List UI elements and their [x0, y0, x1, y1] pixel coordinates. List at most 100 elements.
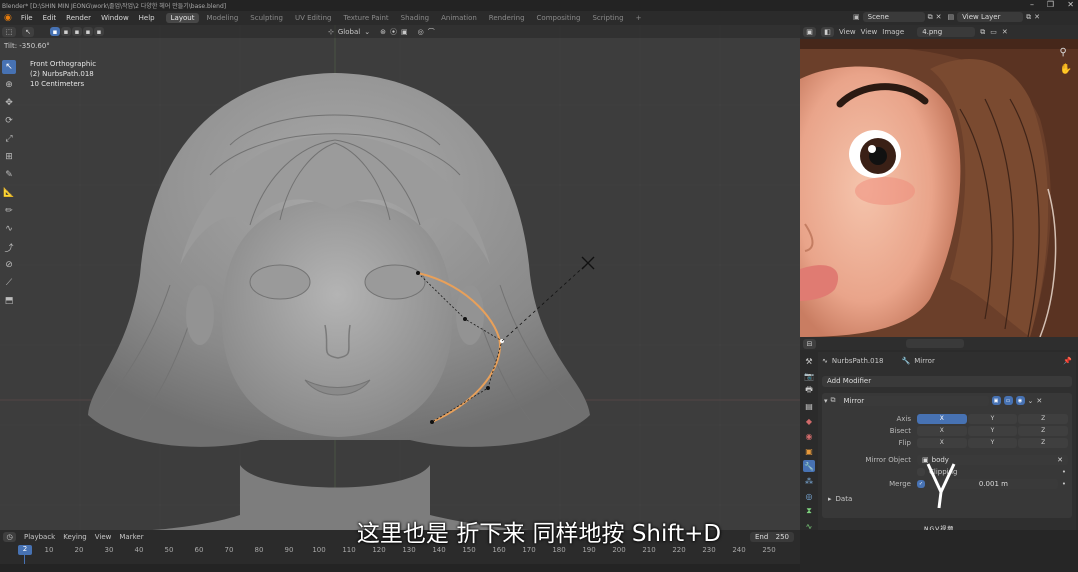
control-point[interactable]: [463, 317, 467, 321]
breadcrumb-object: NurbsPath.018: [831, 357, 884, 365]
modifier-wrench-icon: 🔧: [901, 357, 911, 365]
blender-logo-icon[interactable]: ◉: [0, 13, 16, 23]
control-point[interactable]: [416, 271, 420, 275]
add-modifier-dropdown[interactable]: Add Modifier: [822, 376, 1072, 387]
scene-selector[interactable]: Scene: [862, 12, 925, 22]
bisect-x-toggle[interactable]: X: [917, 425, 967, 436]
tab-rendering[interactable]: Rendering: [484, 13, 530, 23]
window-title: Blender* [D:\SHIN MIN JEONG\work\졸업\작업\2…: [2, 3, 227, 10]
data-subpanel-label: Data: [835, 494, 853, 503]
view-layer-tab-icon[interactable]: ▤: [803, 400, 815, 412]
pin-icon[interactable]: 📌: [1063, 357, 1072, 365]
axis-x-toggle[interactable]: X: [917, 413, 967, 424]
view-layer-selector[interactable]: View Layer: [957, 12, 1024, 22]
minimize-icon[interactable]: –: [1030, 0, 1034, 9]
scene-copy-icon[interactable]: ⧉: [928, 13, 933, 22]
expand-chevron-icon[interactable]: ▸: [828, 495, 832, 503]
clipping-dot-icon: •: [1061, 467, 1066, 476]
image-menu[interactable]: Image: [882, 28, 904, 36]
image-copy-icon[interactable]: ⧉: [980, 28, 985, 37]
close-icon[interactable]: ✕: [1067, 0, 1074, 9]
menu-window[interactable]: Window: [96, 14, 134, 22]
watermark-logo: [926, 463, 956, 509]
tab-modeling[interactable]: Modeling: [201, 13, 243, 23]
tool-tab-icon[interactable]: ⚒: [803, 355, 815, 367]
menu-file[interactable]: File: [16, 14, 38, 22]
clear-field-icon[interactable]: ✕: [1057, 456, 1063, 464]
menu-edit[interactable]: Edit: [38, 14, 62, 22]
properties-search[interactable]: [906, 339, 964, 348]
tab-layout[interactable]: Layout: [165, 13, 200, 23]
render-toggle-icon[interactable]: ◉: [1015, 396, 1025, 405]
tab-uv-editing[interactable]: UV Editing: [290, 13, 337, 23]
output-tab-icon[interactable]: 🖶: [803, 385, 815, 397]
view-menu[interactable]: View: [839, 28, 856, 36]
tab-compositing[interactable]: Compositing: [532, 13, 586, 23]
pan-hand-icon[interactable]: ✋: [1060, 64, 1072, 75]
curve-object-icon: ∿: [822, 357, 828, 365]
tab-scripting[interactable]: Scripting: [587, 13, 628, 23]
edit-mode-toggle-icon[interactable]: ▣: [991, 396, 1001, 405]
nurbs-curve[interactable]: [0, 25, 800, 530]
world-tab-icon[interactable]: ◉: [803, 430, 815, 442]
modifier-header: ▾ ⧉ Mirror ▣ ▭ ◉ ⌄ ✕: [824, 395, 1070, 406]
axis-y-toggle[interactable]: Y: [967, 413, 1018, 424]
merge-checkbox[interactable]: ✓: [917, 479, 925, 488]
control-point[interactable]: [486, 386, 490, 390]
flip-z-toggle[interactable]: Z: [1018, 437, 1069, 448]
image-editor[interactable]: ▣ ◧ View View Image 4.png ⧉ ▭ ✕ ⚲ ✋: [800, 25, 1078, 337]
render-tab-icon[interactable]: 📷: [803, 370, 815, 382]
context-breadcrumb: ∿ NurbsPath.018 🔧 Mirror 📌: [822, 357, 1072, 365]
menu-render[interactable]: Render: [61, 14, 96, 22]
modifier-name-field[interactable]: Mirror: [838, 395, 989, 406]
curve-path[interactable]: [417, 272, 502, 423]
view-layer-icon: ▤: [947, 13, 955, 21]
collapse-chevron-icon[interactable]: ▾: [824, 397, 828, 405]
object-tab-icon[interactable]: ▣: [803, 445, 815, 457]
properties-header: ⊟: [800, 337, 1078, 350]
viewport-3d[interactable]: ⬚ ↖ ▪ ▪ ▪ ▪ ▪ ⊹ Global ⌄ ⊛ ⦿ ▣ ◎ ⌒ Tilt:…: [0, 25, 800, 530]
modifier-menu-chevron-icon[interactable]: ⌄: [1028, 397, 1034, 405]
image-mode-icon[interactable]: ◧: [821, 27, 834, 37]
particles-tab-icon[interactable]: ⁂: [803, 475, 815, 487]
tab-sculpting[interactable]: Sculpting: [245, 13, 288, 23]
flip-x-toggle[interactable]: X: [917, 437, 967, 448]
image-editor-type-icon[interactable]: ▣: [803, 27, 816, 37]
bisect-z-toggle[interactable]: Z: [1018, 425, 1069, 436]
bisect-y-toggle[interactable]: Y: [967, 425, 1018, 436]
subtitle-text: 这里也是 折下来 同样地按 Shift+D: [356, 521, 722, 547]
scene-icon: ▣: [853, 13, 860, 21]
properties-type-icon[interactable]: ⊟: [803, 338, 816, 349]
mirror-object-label: Mirror Object: [865, 455, 911, 464]
tab-animation[interactable]: Animation: [436, 13, 482, 23]
add-workspace-button[interactable]: +: [631, 13, 647, 23]
scene-tab-icon[interactable]: ◆: [803, 415, 815, 427]
axis-z-toggle[interactable]: Z: [1018, 413, 1069, 424]
flip-label: Flip: [898, 438, 911, 447]
tab-shading[interactable]: Shading: [396, 13, 434, 23]
zoom-icon[interactable]: ⚲: [1060, 47, 1072, 58]
maximize-icon[interactable]: ❐: [1047, 0, 1054, 9]
image-folder-icon[interactable]: ▭: [990, 28, 997, 36]
flip-y-toggle[interactable]: Y: [967, 437, 1018, 448]
image-editor-header: ▣ ◧ View View Image 4.png ⧉ ▭ ✕: [800, 25, 1078, 39]
mouse-cursor-icon: [581, 256, 595, 270]
modifier-remove-icon[interactable]: ✕: [1036, 397, 1042, 405]
control-point[interactable]: [430, 420, 434, 424]
scene-close-icon[interactable]: ✕: [936, 13, 942, 21]
timeline-scrollbar[interactable]: [0, 564, 800, 572]
viewport-toggle-icon[interactable]: ▭: [1003, 396, 1013, 405]
image-close-icon[interactable]: ✕: [1002, 28, 1008, 36]
menu-help[interactable]: Help: [134, 14, 160, 22]
image-selector[interactable]: 4.png: [917, 27, 976, 37]
view-layer-close-icon[interactable]: ✕: [1034, 13, 1040, 21]
modifier-tab-icon[interactable]: 🔧: [803, 460, 815, 472]
axis-label: Axis: [896, 414, 911, 423]
axis-row: Axis X Y Z: [822, 413, 1072, 424]
breadcrumb-modifier: Mirror: [914, 357, 935, 365]
view-menu-2[interactable]: View: [861, 28, 878, 36]
tab-texture-paint[interactable]: Texture Paint: [339, 13, 394, 23]
physics-tab-icon[interactable]: ◎: [803, 490, 815, 502]
clipping-checkbox[interactable]: [917, 467, 925, 476]
view-layer-copy-icon[interactable]: ⧉: [1026, 13, 1031, 22]
